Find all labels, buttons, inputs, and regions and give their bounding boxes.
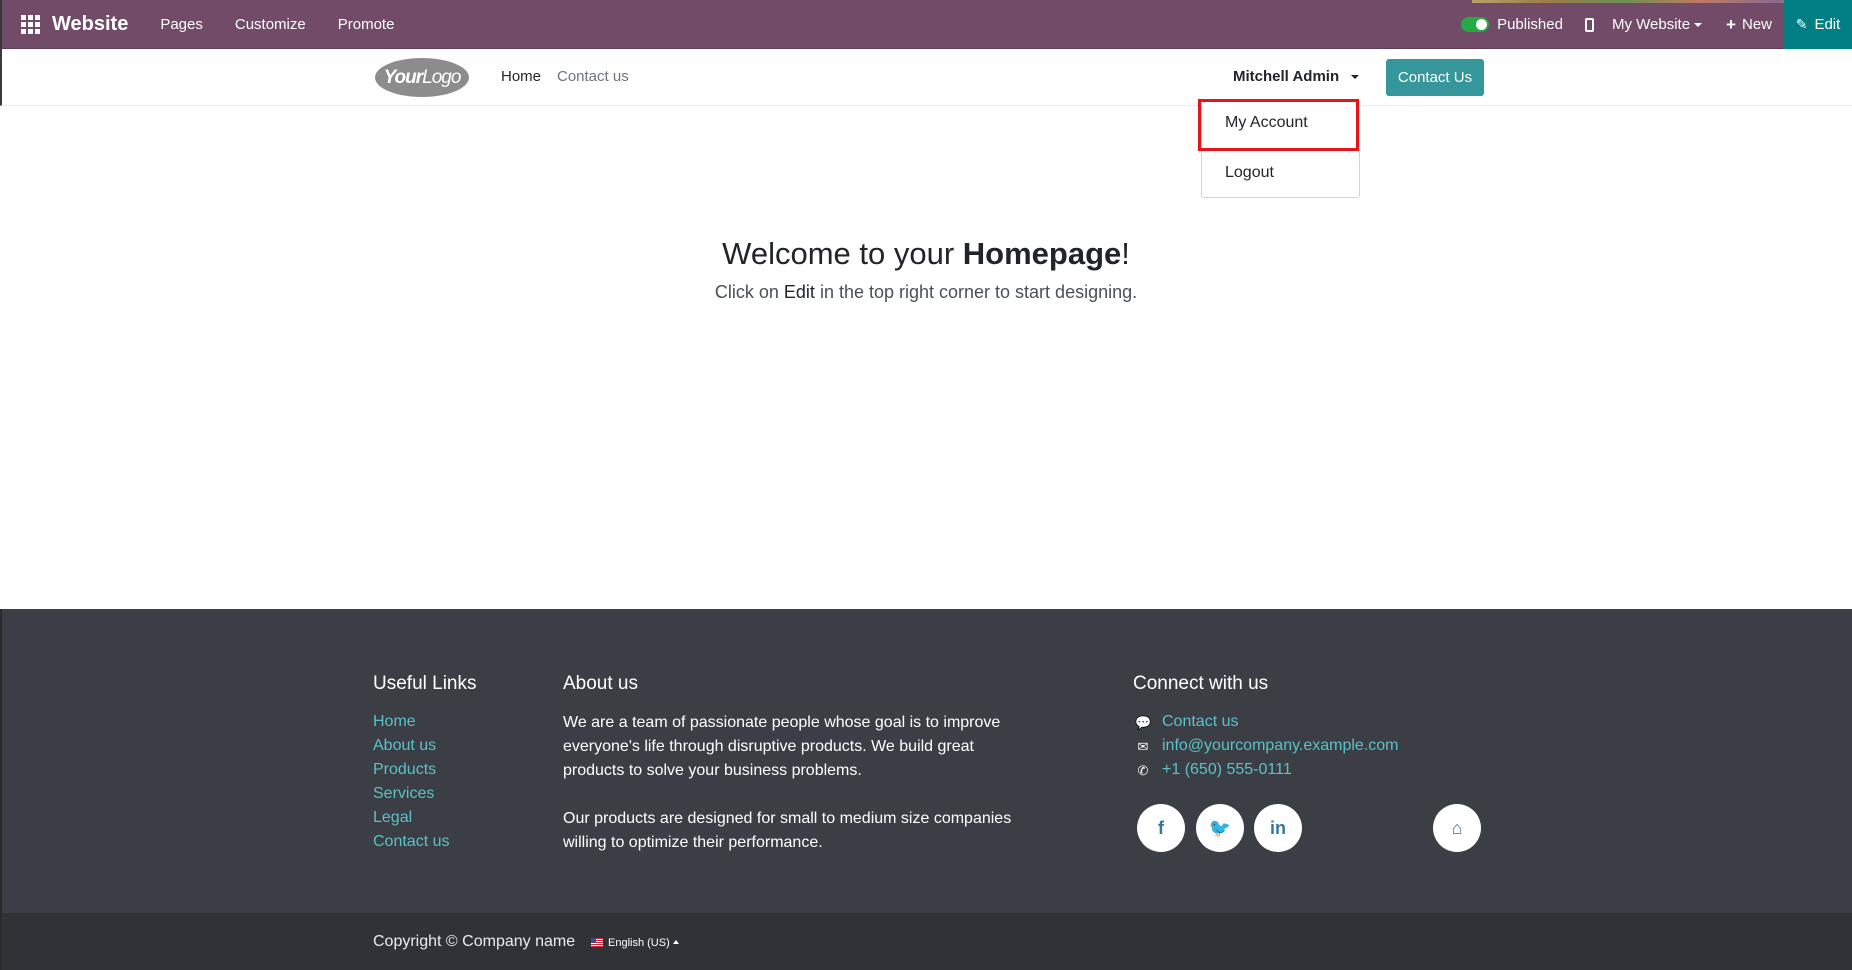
edit-button[interactable]: ✎ Edit (1784, 0, 1852, 49)
welcome-prefix: Welcome to your (722, 236, 963, 271)
sub-suffix: in the top right corner to start designi… (814, 282, 1138, 302)
welcome-suffix: ! (1121, 236, 1130, 271)
apps-menu-icon[interactable] (19, 13, 41, 35)
my-website-label: My Website (1611, 16, 1691, 33)
sub-prefix: Click on (714, 282, 784, 302)
mobile-icon (1584, 17, 1594, 32)
published-label: Published (1497, 16, 1563, 33)
nav-home-link[interactable]: Home (501, 68, 541, 85)
plus-icon: + (1726, 14, 1736, 34)
pencil-icon: ✎ (1795, 16, 1808, 32)
footer-link-home[interactable]: Home (373, 713, 416, 731)
logo-text: Logo (422, 66, 461, 88)
welcome-heading: Welcome to your Homepage! (0, 236, 1852, 272)
footer: Useful Links Home About us Products Serv… (0, 609, 1852, 913)
language-selector[interactable]: English (US) (608, 937, 670, 949)
user-menu-toggle[interactable]: Mitchell Admin (1233, 68, 1360, 85)
logo-text-bold: Your (383, 66, 424, 88)
welcome-subtext: Click on Edit in the top right corner to… (0, 282, 1852, 303)
new-button[interactable]: + New (1726, 15, 1772, 35)
copyright-text: Copyright © Company name (373, 933, 576, 950)
admin-navbar: Website Pages Customize Promote Publishe… (0, 0, 1852, 49)
caret-down-icon (1694, 22, 1703, 27)
connect-contact-link[interactable]: Contact us (1162, 713, 1238, 731)
published-toggle[interactable]: Published (1461, 16, 1563, 33)
admin-menu: Pages Customize Promote (160, 16, 426, 33)
highlight-box (1198, 99, 1359, 151)
my-website-dropdown[interactable]: My Website (1611, 16, 1703, 33)
phone-link[interactable]: +1 (650) 555-0111 (1162, 761, 1292, 779)
new-label: New (1741, 16, 1772, 33)
footer-link-about[interactable]: About us (373, 737, 436, 755)
welcome-bold: Homepage (962, 236, 1122, 271)
email-link[interactable]: info@yourcompany.example.com (1162, 737, 1399, 755)
us-flag-icon (591, 938, 603, 947)
comment-icon: 💬 (1135, 715, 1152, 730)
toggle-switch-icon[interactable] (1461, 17, 1490, 32)
footer-link-legal[interactable]: Legal (373, 809, 412, 827)
footer-link-services[interactable]: Services (373, 785, 434, 803)
footer-link-products[interactable]: Products (373, 761, 436, 779)
website-header: Your Logo Home Contact us Mitchell Admin … (0, 49, 1852, 106)
caret-down-icon (1351, 75, 1360, 80)
menu-customize[interactable]: Customize (235, 16, 306, 33)
mobile-preview-button[interactable] (1584, 17, 1594, 32)
connect-title: Connect with us (1133, 673, 1269, 694)
dropdown-logout[interactable]: Logout (1202, 164, 1359, 182)
home-icon[interactable]: ⌂ (1433, 804, 1481, 852)
menu-pages[interactable]: Pages (160, 16, 203, 33)
user-name: Mitchell Admin (1233, 68, 1340, 85)
phone-icon: ✆ (1137, 763, 1149, 778)
admin-right-controls: Published My Website + New ✎ Edit (1461, 0, 1852, 49)
envelope-icon: ✉ (1137, 739, 1149, 754)
menu-promote[interactable]: Promote (338, 16, 395, 33)
app-brand[interactable]: Website (52, 13, 128, 36)
edit-label: Edit (1814, 16, 1841, 33)
caret-up-icon (673, 940, 679, 944)
page-root: Website Pages Customize Promote Publishe… (0, 0, 1852, 970)
copyright-bar: Copyright © Company name English (US) (0, 913, 1852, 970)
about-paragraph-2: Our products are designed for small to m… (563, 810, 1012, 851)
sub-bold: Edit (783, 282, 815, 302)
about-paragraph-1: We are a team of passionate people whose… (563, 714, 1001, 779)
footer-link-contact[interactable]: Contact us (373, 833, 449, 851)
useful-links-title: Useful Links (373, 673, 477, 694)
nav-contact-link[interactable]: Contact us (557, 68, 629, 85)
company-logo[interactable]: Your Logo (375, 58, 469, 97)
contact-us-button[interactable]: Contact Us (1386, 59, 1484, 96)
linkedin-icon[interactable]: in (1254, 804, 1302, 852)
twitter-icon[interactable]: 🐦 (1196, 804, 1244, 852)
about-us-title: About us (563, 673, 638, 694)
facebook-icon[interactable]: f (1137, 804, 1185, 852)
